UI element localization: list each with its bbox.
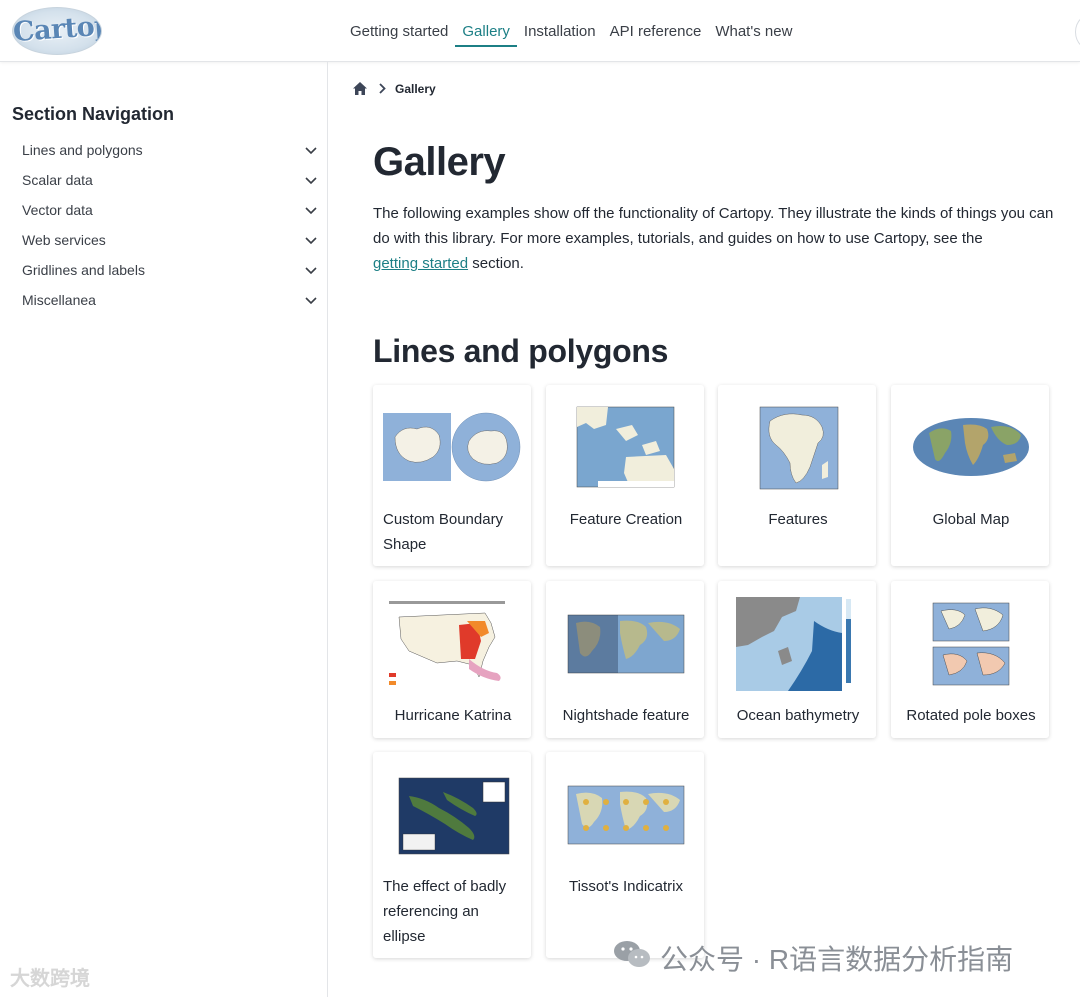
sidebar-item-miscellanea[interactable]: Miscellanea	[22, 289, 322, 313]
sidebar-item-label: Lines and polygons	[22, 142, 143, 158]
theme-toggle-button[interactable]	[1075, 12, 1080, 52]
sidebar-item-label: Miscellanea	[22, 292, 96, 308]
nav-getting-started[interactable]: Getting started	[343, 20, 455, 47]
gallery-card-caption: Ocean bathymetry	[736, 707, 860, 724]
home-icon[interactable]	[352, 81, 368, 96]
gallery-card-rotated-pole-boxes[interactable]: Rotated pole boxes	[891, 581, 1049, 738]
nav-whats-new[interactable]: What's new	[708, 20, 799, 47]
sidebar-item-gridlines-and-labels[interactable]: Gridlines and labels	[22, 259, 322, 283]
top-header: Cartopy Getting started Gallery Installa…	[0, 0, 1080, 62]
chevron-down-icon[interactable]	[304, 173, 318, 187]
section-navigation-title: Section Navigation	[12, 104, 175, 124]
logo-text: Cartopy	[12, 9, 102, 49]
feature-creation-thumbnail	[576, 406, 675, 488]
gallery-card-badly-referencing-ellipse[interactable]: The effect of badly referencing an ellip…	[373, 752, 531, 958]
gallery-card-caption: Features	[768, 511, 828, 528]
gallery-card-custom-boundary-shape[interactable]: Custom Boundary Shape	[373, 385, 531, 566]
intro-end: section.	[472, 255, 524, 272]
page-title: Gallery	[373, 140, 506, 184]
watermark-right-text: 公众号 · R语言数据分析指南	[660, 944, 1014, 975]
sidebar-item-label: Gridlines and labels	[22, 262, 145, 278]
sidebar-item-label: Web services	[22, 232, 106, 248]
chevron-down-icon[interactable]	[304, 263, 318, 277]
sidebar-item-scalar-data[interactable]: Scalar data	[22, 169, 322, 193]
sidebar-item-label: Vector data	[22, 202, 93, 218]
chevron-down-icon[interactable]	[304, 233, 318, 247]
global-map-thumbnail	[913, 418, 1029, 476]
intro-paragraph: The following examples show off the func…	[373, 201, 1063, 276]
cartopy-logo[interactable]: Cartopy	[12, 7, 102, 55]
section-navigation: Section Navigation Lines and polygons Sc…	[0, 62, 328, 997]
nav-api-reference[interactable]: API reference	[603, 20, 709, 47]
nav-installation[interactable]: Installation	[517, 20, 603, 47]
ocean-bathymetry-thumbnail	[736, 597, 851, 691]
nav-gallery[interactable]: Gallery	[455, 20, 517, 47]
gallery-card-nightshade-feature[interactable]: Nightshade feature	[546, 581, 704, 738]
sidebar-item-label: Scalar data	[22, 172, 93, 188]
rotated-pole-boxes-thumbnail	[932, 602, 1010, 686]
nightshade-feature-thumbnail	[567, 614, 685, 674]
watermark-left: 大数跨境	[10, 968, 90, 990]
gallery-card-features[interactable]: Features	[718, 385, 876, 566]
badly-referencing-ellipse-thumbnail	[398, 777, 510, 855]
gallery-card-tissots-indicatrix[interactable]: Tissot's Indicatrix	[546, 752, 704, 958]
top-nav: Getting started Gallery Installation API…	[343, 20, 799, 47]
sidebar-item-lines-and-polygons[interactable]: Lines and polygons	[22, 139, 322, 163]
wechat-icon	[614, 941, 650, 967]
sidebar-item-web-services[interactable]: Web services	[22, 229, 322, 253]
gallery-card-caption: Tissot's Indicatrix	[568, 878, 683, 895]
section-title-lines-and-polygons: Lines and polygons	[373, 333, 669, 369]
chevron-down-icon[interactable]	[304, 203, 318, 217]
gallery-card-hurricane-katrina[interactable]: Hurricane Katrina	[373, 581, 531, 738]
chevron-down-icon[interactable]	[304, 293, 318, 307]
breadcrumb-current: Gallery	[395, 82, 436, 96]
hurricane-katrina-thumbnail	[389, 601, 505, 685]
chevron-down-icon[interactable]	[304, 143, 318, 157]
custom-boundary-shape-thumbnail	[383, 412, 521, 482]
gallery-card-caption: The effect of badly referencing an ellip…	[383, 878, 507, 945]
gallery-card-caption: Custom Boundary Shape	[383, 511, 504, 553]
gallery-card-ocean-bathymetry[interactable]: Ocean bathymetry	[718, 581, 876, 738]
gallery-card-global-map[interactable]: Global Map	[891, 385, 1049, 566]
gallery-card-caption: Hurricane Katrina	[394, 707, 512, 724]
chevron-right-icon	[379, 83, 386, 94]
getting-started-link[interactable]: getting started	[373, 255, 468, 272]
gallery-card-caption: Global Map	[932, 511, 1010, 528]
tissots-indicatrix-thumbnail	[567, 785, 685, 845]
gallery-card-caption: Nightshade feature	[562, 707, 690, 724]
sidebar-item-vector-data[interactable]: Vector data	[22, 199, 322, 223]
gallery-card-caption: Rotated pole boxes	[906, 707, 1036, 724]
gallery-card-feature-creation[interactable]: Feature Creation	[546, 385, 704, 566]
intro-text: The following examples show off the func…	[373, 205, 1054, 247]
features-thumbnail	[759, 406, 839, 490]
gallery-card-caption: Feature Creation	[569, 511, 683, 528]
